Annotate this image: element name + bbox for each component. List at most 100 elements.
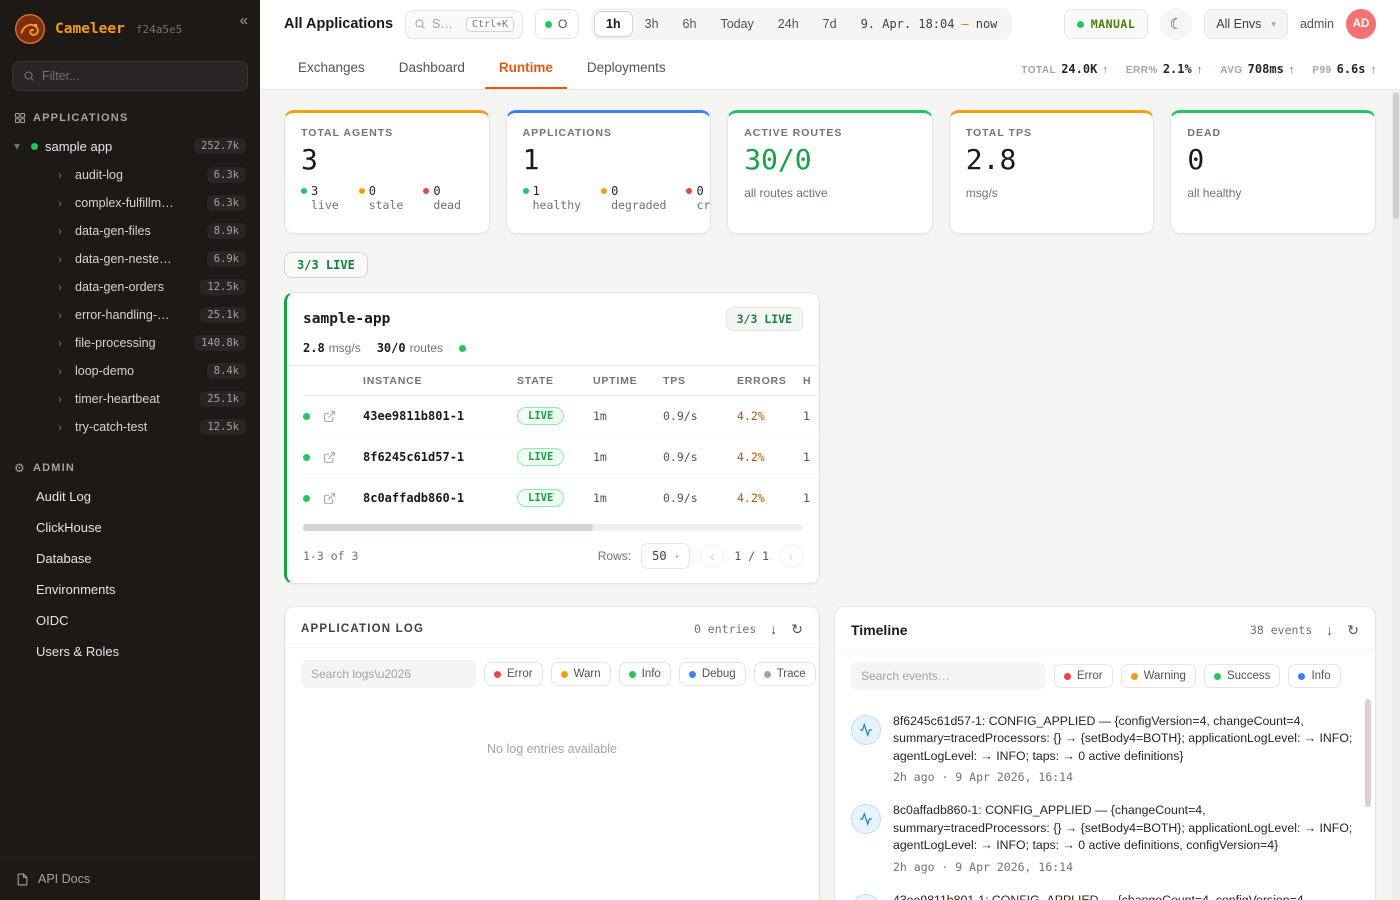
app-root: Cameleer f24a5e5 « APPLICATIONS ▾ sample… <box>0 0 1400 900</box>
time-range-7d[interactable]: 7d <box>811 11 849 37</box>
sidebar-item-users-roles[interactable]: Users & Roles <box>0 636 260 667</box>
time-range-1h[interactable]: 1h <box>594 11 633 37</box>
next-page-button[interactable]: › <box>779 544 803 568</box>
scrollbar-thumb[interactable] <box>303 524 593 531</box>
pulse-icon <box>851 894 881 900</box>
prev-page-button[interactable]: ‹ <box>700 544 724 568</box>
log-filter-info[interactable]: Info <box>619 662 671 686</box>
external-link-icon[interactable] <box>323 410 363 423</box>
agents-dead: 0dead <box>423 184 461 212</box>
table-row[interactable]: 8f6245c61d57-1 LIVE 1m 0.9/s 4.2% 1 <box>303 437 819 478</box>
timeline-search-input[interactable] <box>851 662 1046 690</box>
rows-per-page-select[interactable]: 50 ▾ <box>641 543 690 569</box>
tree-item-loop-demo[interactable]: ›loop-demo8.4k <box>0 357 260 385</box>
stat-avg: AVG708ms↑ <box>1220 62 1294 76</box>
tree-item-sample-app[interactable]: ▾ sample app 252.7k <box>0 131 260 161</box>
count-badge: 6.9k <box>207 251 246 267</box>
tree-item-data-gen-files[interactable]: ›data-gen-files8.9k <box>0 217 260 245</box>
applications-icon <box>14 112 26 124</box>
manual-status-dot <box>1077 21 1084 28</box>
apps-degraded: 0degraded <box>601 184 666 212</box>
stat-card-total-agents: TOTAL AGENTS 3 3live 0stale 0dead <box>284 110 490 234</box>
tree-item-data-gen-orders[interactable]: ›data-gen-orders12.5k <box>0 273 260 301</box>
tab-runtime[interactable]: Runtime <box>485 48 567 89</box>
refresh-icon[interactable]: ↻ <box>791 622 803 636</box>
log-filter-trace[interactable]: Trace <box>754 662 816 686</box>
manual-mode-button[interactable]: MANUAL <box>1064 9 1149 39</box>
status-dot <box>545 21 552 28</box>
count-badge: 6.3k <box>207 195 246 211</box>
download-icon[interactable]: ↓ <box>1326 623 1333 637</box>
caret-down-icon: ▾ <box>1271 19 1276 30</box>
tree-item-file-processing[interactable]: ›file-processing140.8k <box>0 329 260 357</box>
arrow-up-icon: ↑ <box>1371 64 1377 76</box>
chevron-right-icon: › <box>58 392 68 406</box>
timeline-filter-success[interactable]: Success <box>1204 664 1280 688</box>
chevron-right-icon: › <box>58 196 68 210</box>
sidebar-header: Cameleer f24a5e5 « <box>0 0 260 55</box>
tree-item-try-catch-test[interactable]: ›try-catch-test12.5k <box>0 413 260 441</box>
sidebar-item-environments[interactable]: Environments <box>0 574 260 605</box>
sidebar-item-oidc[interactable]: OIDC <box>0 605 260 636</box>
date-range-picker[interactable]: 9. Apr. 18:04 — now <box>849 17 1010 31</box>
log-filter-debug[interactable]: Debug <box>679 662 746 686</box>
filter-input[interactable] <box>42 69 237 83</box>
stat-cards-row: TOTAL AGENTS 3 3live 0stale 0dead APPLIC… <box>284 110 1376 234</box>
agents-stale: 0stale <box>359 184 404 212</box>
tree-item-complex-fulfillment[interactable]: ›complex-fulfillm…6.3k <box>0 189 260 217</box>
live-badge: 3/3 LIVE <box>726 307 803 331</box>
sidebar-item-audit-log[interactable]: Audit Log <box>0 481 260 512</box>
table-row[interactable]: 8c0affadb860-1 LIVE 1m 0.9/s 4.2% 1 <box>303 478 819 518</box>
timeline-scrollbar[interactable] <box>1365 699 1371 807</box>
tab-dashboard[interactable]: Dashboard <box>385 48 479 89</box>
time-range-today[interactable]: Today <box>708 11 765 37</box>
log-filter-error[interactable]: Error <box>484 662 543 686</box>
sidebar-item-clickhouse[interactable]: ClickHouse <box>0 512 260 543</box>
scrollbar-thumb[interactable] <box>1393 93 1399 219</box>
collapse-sidebar-icon[interactable]: « <box>240 12 248 29</box>
dark-mode-toggle[interactable]: ☾ <box>1160 8 1192 40</box>
external-link-icon[interactable] <box>323 492 363 505</box>
global-search[interactable]: S… Ctrl+K <box>405 10 523 39</box>
status-chip[interactable]: O <box>535 9 579 39</box>
count-badge: 12.5k <box>200 279 246 295</box>
download-icon[interactable]: ↓ <box>770 622 777 636</box>
page-scrollbar[interactable] <box>1392 91 1400 900</box>
tree-item-timer-heartbeat[interactable]: ›timer-heartbeat25.1k <box>0 385 260 413</box>
environments-dropdown[interactable]: All Envs ▾ <box>1204 9 1288 39</box>
apps-critical: 0criti <box>686 184 711 212</box>
search-icon <box>414 18 426 30</box>
time-range-6h[interactable]: 6h <box>671 11 709 37</box>
app-status-dot <box>31 143 38 150</box>
tab-deployments[interactable]: Deployments <box>573 48 680 89</box>
log-search-input[interactable] <box>301 660 476 688</box>
avatar[interactable]: AD <box>1346 9 1376 39</box>
timeline-filter-error[interactable]: Error <box>1054 664 1113 688</box>
timeline-event[interactable]: 8f6245c61d57-1: CONFIG_APPLIED — {config… <box>851 704 1357 793</box>
sidebar-filter[interactable] <box>12 61 248 91</box>
time-range-24h[interactable]: 24h <box>766 11 811 37</box>
refresh-icon[interactable]: ↻ <box>1347 623 1359 637</box>
table-row[interactable]: 43ee9811b801-1 LIVE 1m 0.9/s 4.2% 1 <box>303 396 819 437</box>
api-docs-link[interactable]: API Docs <box>0 857 260 900</box>
timeline-event[interactable]: 43ee9811b801-1: CONFIG_APPLIED — {change… <box>851 883 1357 900</box>
page-indicator: 1 / 1 <box>734 549 769 563</box>
summary-stats: TOTAL24.0K↑ ERR%2.1%↑ AVG708ms↑ P996.6s↑ <box>1021 48 1376 89</box>
main-panel: TOTAL AGENTS 3 3live 0stale 0dead APPLIC… <box>260 90 1400 900</box>
state-badge: LIVE <box>517 407 564 425</box>
application-log-panel: APPLICATION LOG 0 entries ↓ ↻ Error Warn… <box>284 606 820 900</box>
log-filter-warn[interactable]: Warn <box>551 662 611 686</box>
time-range-3h[interactable]: 3h <box>633 11 671 37</box>
timeline-event[interactable]: 8c0affadb860-1: CONFIG_APPLIED — {change… <box>851 793 1357 882</box>
instance-status-dot <box>303 413 310 420</box>
document-icon <box>16 873 29 886</box>
tab-exchanges[interactable]: Exchanges <box>284 48 379 89</box>
tree-item-data-gen-nested[interactable]: ›data-gen-neste…6.9k <box>0 245 260 273</box>
external-link-icon[interactable] <box>323 451 363 464</box>
sidebar-item-database[interactable]: Database <box>0 543 260 574</box>
tree-item-audit-log[interactable]: ›audit-log6.3k <box>0 161 260 189</box>
timeline-filter-info[interactable]: Info <box>1288 664 1340 688</box>
tree-item-error-handling[interactable]: ›error-handling-…25.1k <box>0 301 260 329</box>
horizontal-scrollbar[interactable] <box>303 524 803 531</box>
timeline-filter-warning[interactable]: Warning <box>1121 664 1196 688</box>
